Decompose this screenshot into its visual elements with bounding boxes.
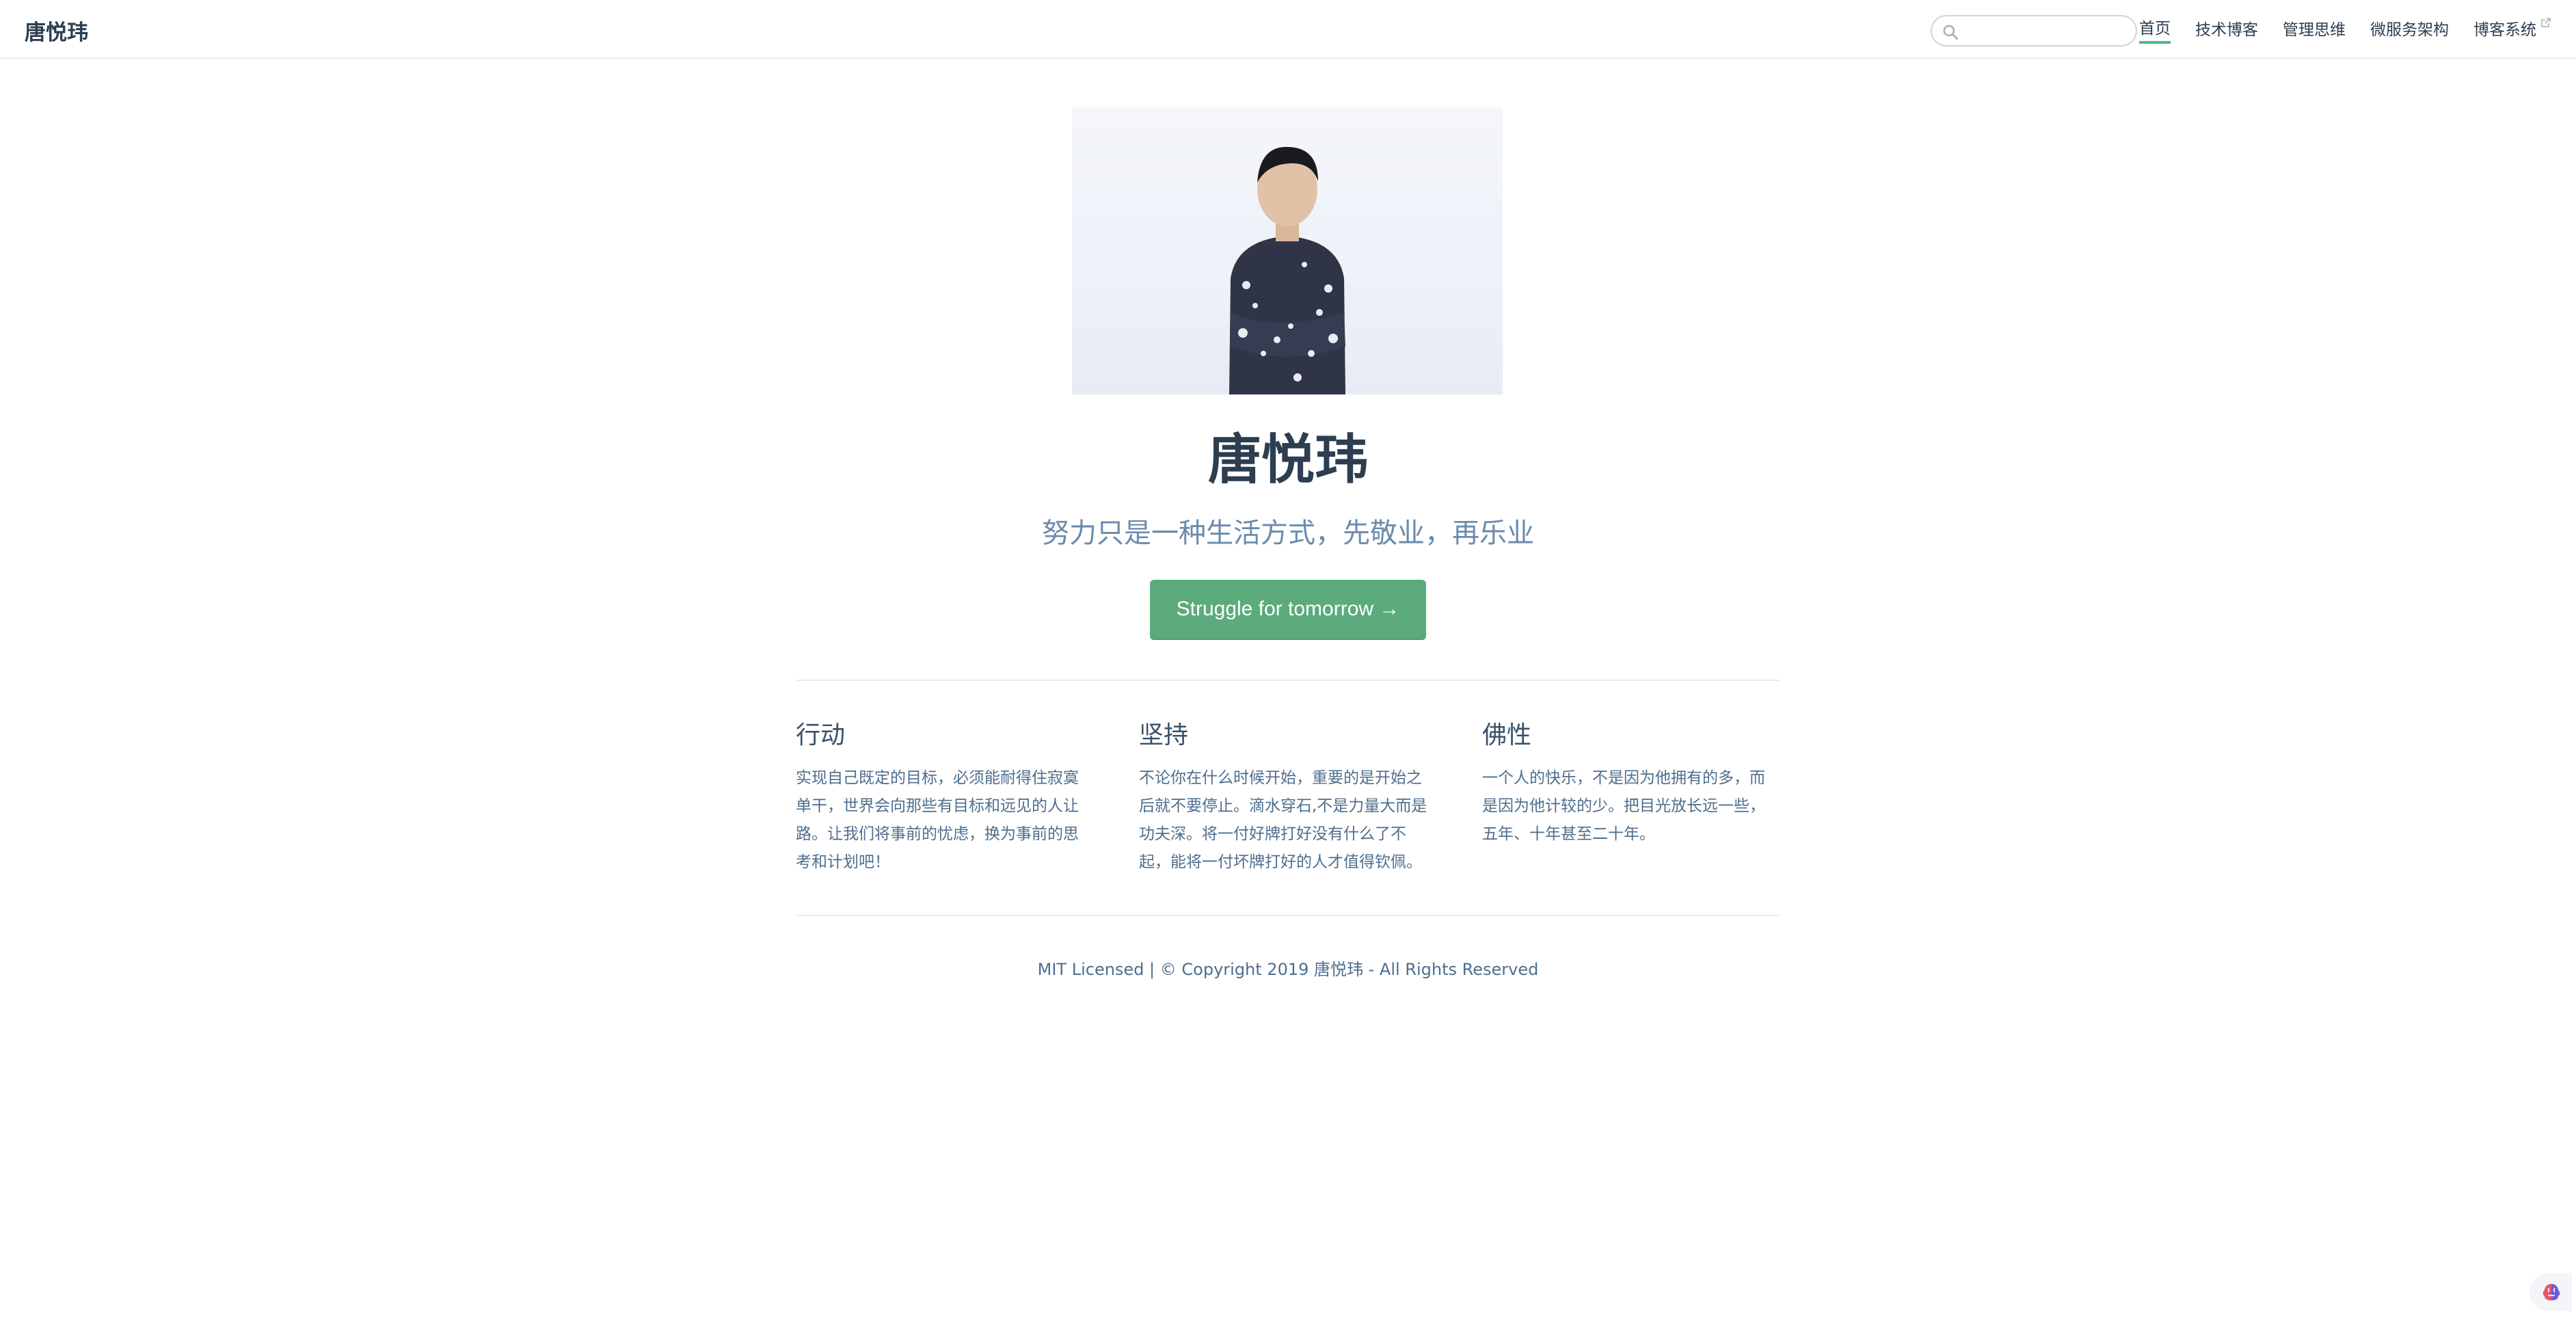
feature-details: 一个人的快乐，不是因为他拥有的多，而是因为他计较的少。把目光放长远一些，五年、十… [1482, 769, 1765, 843]
search-icon [1943, 25, 1959, 40]
feature-zen: 佛性 一个人的快乐，不是因为他拥有的多，而是因为他计较的少。把目光放长远一些，五… [1482, 717, 1780, 881]
features-divider-top [796, 680, 1780, 681]
search-input[interactable] [1965, 19, 2129, 44]
features: 行动 实现自己既定的目标，必须能耐得住寂寞单干，世界会向那些有目标和远见的人让路… [796, 717, 1780, 881]
nav-link-home[interactable]: 首页 [2139, 16, 2171, 44]
feature-persistence: 坚持 不论你在什么时候开始，重要的是开始之后就不要停止。滴水穿石,不是力量大而是… [1139, 717, 1437, 881]
feature-title: 行动 [796, 721, 846, 749]
nav-link-tech-blog[interactable]: 技术博客 [2195, 16, 2258, 44]
search-box[interactable] [1931, 15, 2137, 46]
nav-link-blog-system-label: 博客系统 [2473, 21, 2536, 39]
hero-title: 唐悦玮 [1207, 429, 1368, 491]
feature-title: 坚持 [1139, 721, 1189, 749]
brain-icon [2543, 1284, 2560, 1300]
footer-divider [796, 915, 1780, 916]
hero-description: 努力只是一种生活方式，先敬业，再乐业 [1042, 518, 1534, 549]
assistant-widget[interactable] [2530, 1273, 2572, 1311]
navbar: 唐悦玮 首页 技术博客 管理思维 微服务架构 博客系统 [0, 0, 2576, 59]
portrait-illustration [1229, 146, 1345, 394]
nav-link-management[interactable]: 管理思维 [2283, 16, 2346, 44]
site-name-link[interactable]: 唐悦玮 [25, 15, 88, 46]
feature-action: 行动 实现自己既定的目标，必须能耐得住寂寞单干，世界会向那些有目标和远见的人让路… [796, 717, 1094, 881]
feature-details: 不论你在什么时候开始，重要的是开始之后就不要停止。滴水穿石,不是力量大而是功夫深… [1139, 769, 1427, 871]
nav-link-microservices[interactable]: 微服务架构 [2370, 16, 2449, 44]
action-button[interactable]: Struggle for tomorrow → [1150, 580, 1426, 640]
nav-link-blog-system[interactable]: 博客系统 [2473, 16, 2551, 44]
hero-image [1072, 107, 1503, 394]
footer: MIT Licensed | © Copyright 2019 唐悦玮 - Al… [1037, 960, 1539, 979]
nav-links: 首页 技术博客 管理思维 微服务架构 博客系统 [2115, 16, 2551, 44]
feature-title: 佛性 [1482, 721, 1532, 749]
feature-details: 实现自己既定的目标，必须能耐得住寂寞单干，世界会向那些有目标和远见的人让路。让我… [796, 769, 1079, 871]
external-link-icon [2541, 18, 2551, 27]
